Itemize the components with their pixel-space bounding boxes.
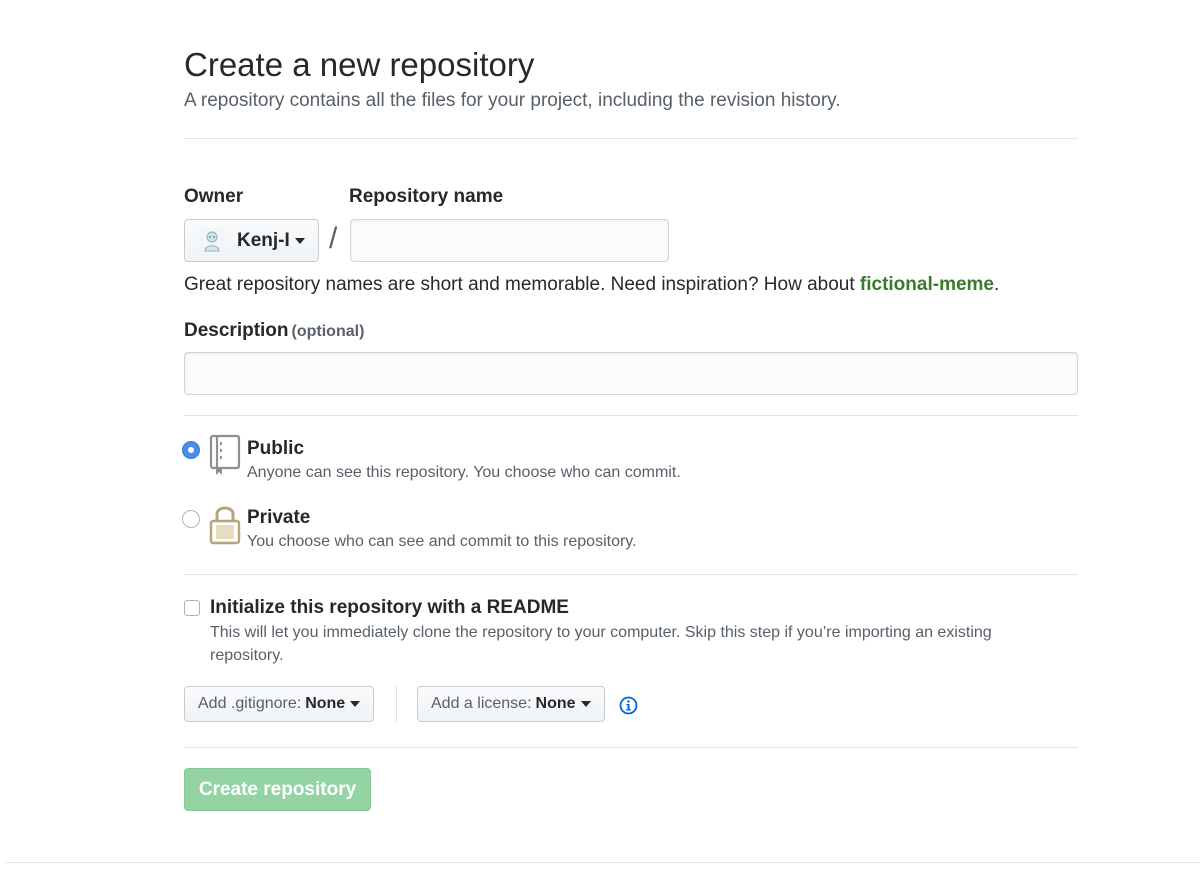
footer-divider bbox=[5, 862, 1200, 863]
info-icon[interactable] bbox=[619, 696, 638, 715]
lock-icon bbox=[208, 503, 242, 550]
repo-name-hint: Great repository names are short and mem… bbox=[184, 274, 999, 296]
license-label: Add a license: bbox=[431, 695, 532, 712]
divider bbox=[184, 415, 1078, 416]
create-repository-button[interactable]: Create repository bbox=[184, 768, 371, 811]
private-title: Private bbox=[247, 507, 311, 528]
divider bbox=[184, 138, 1078, 139]
user-avatar-icon bbox=[199, 227, 225, 254]
private-description: You choose who can see and commit to thi… bbox=[247, 533, 637, 550]
owner-dropdown[interactable]: Kenj-I bbox=[184, 219, 319, 262]
page-subtitle: A repository contains all the files for … bbox=[184, 90, 841, 111]
owner-name: Kenj-I bbox=[237, 229, 290, 251]
public-radio[interactable] bbox=[182, 441, 200, 459]
gitignore-dropdown[interactable]: Add .gitignore: None bbox=[184, 686, 375, 722]
readme-description: This will let you immediately clone the … bbox=[210, 624, 992, 664]
owner-label: Owner bbox=[184, 186, 244, 207]
chevron-down-icon bbox=[350, 701, 361, 707]
public-title: Public bbox=[247, 438, 305, 459]
vertical-divider bbox=[396, 686, 397, 722]
hint-suffix: . bbox=[994, 274, 1000, 295]
hint-text: Great repository names are short and mem… bbox=[184, 274, 860, 295]
suggested-name-link[interactable]: fictional-meme bbox=[860, 274, 994, 295]
chevron-down-icon bbox=[580, 701, 591, 707]
license-dropdown[interactable]: Add a license: None bbox=[417, 686, 605, 722]
divider bbox=[184, 574, 1078, 575]
repo-book-icon bbox=[208, 434, 242, 481]
license-value: None bbox=[535, 695, 576, 712]
divider bbox=[184, 747, 1078, 748]
gitignore-label: Add .gitignore: bbox=[198, 695, 302, 712]
private-radio[interactable] bbox=[182, 510, 200, 528]
gitignore-value: None bbox=[305, 695, 346, 712]
repo-name-input[interactable] bbox=[350, 219, 669, 262]
readme-title[interactable]: Initialize this repository with a README bbox=[210, 597, 569, 619]
description-label-text: Description bbox=[184, 320, 289, 341]
description-label: Description (optional) bbox=[184, 320, 364, 342]
optional-tag: (optional) bbox=[291, 323, 365, 340]
repo-name-label: Repository name bbox=[349, 186, 504, 207]
readme-checkbox[interactable] bbox=[184, 600, 200, 616]
public-description: Anyone can see this repository. You choo… bbox=[247, 464, 681, 481]
owner-repo-separator: / bbox=[329, 222, 338, 255]
page-title: Create a new repository bbox=[184, 46, 535, 83]
description-input[interactable] bbox=[184, 352, 1078, 395]
chevron-down-icon bbox=[294, 237, 305, 244]
